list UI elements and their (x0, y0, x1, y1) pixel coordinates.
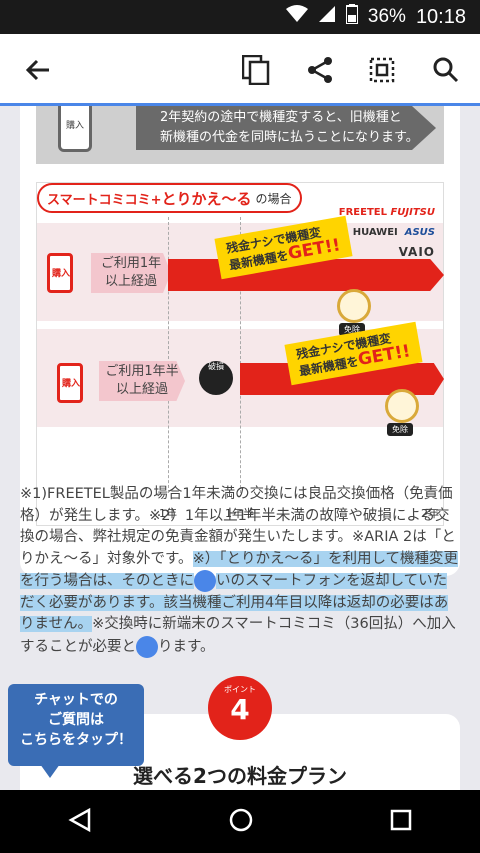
purchase-label: 購入 (65, 121, 84, 131)
chat-button[interactable]: チャットでの ご質問は こちらをタップ！ (8, 684, 144, 778)
search-button[interactable] (424, 48, 468, 92)
nav-back-icon (68, 807, 91, 832)
row1-exempt-coin-icon (337, 289, 371, 323)
diagram-title: スマートコミコミ+ とりかえ〜る の場合 (37, 183, 302, 213)
broken-phone-icon: 破損 (199, 361, 233, 395)
row2-exempt-coin-icon (385, 389, 419, 423)
back-button[interactable] (16, 48, 60, 92)
footnotes[interactable]: ※1)FREETEL製品の場合1年未満の交換には良品交換価格（免責価格）が発生し… (20, 484, 460, 658)
phone-icon: 購入 (58, 106, 92, 152)
wifi-icon (285, 5, 308, 29)
clock: 10:18 (415, 5, 466, 28)
battery-percent: 36% (367, 6, 406, 27)
copy-icon (242, 55, 270, 85)
share-button[interactable] (298, 48, 342, 92)
torikaeru-diagram: スマートコミコミ+ とりかえ〜る の場合 FREETEL FUJITSU HUA… (36, 182, 444, 526)
row1-phone-icon: 購入 (47, 253, 73, 293)
nav-recents-button[interactable] (389, 808, 413, 836)
nav-home-icon (229, 808, 253, 831)
axis-line-1y (168, 217, 169, 493)
status-bar: 36% 10:18 (0, 0, 480, 34)
title-suffix: の場合 (255, 191, 292, 206)
note-text-3: ります。 (158, 638, 215, 655)
select-all-icon (369, 57, 395, 83)
web-content[interactable]: 購入 2年契約の途中で機種変すると、旧機種と 新機種の代金を同時に払うことになり… (0, 106, 480, 790)
back-arrow-icon (25, 59, 49, 81)
brand-vaio: VAIO (398, 245, 435, 259)
nav-recents-icon (390, 809, 411, 830)
signal-icon (318, 5, 336, 29)
selection-end-handle[interactable] (136, 635, 158, 658)
old-contract-text-2: 新機種の代金を同時に払うことになります。 (160, 130, 419, 145)
battery-icon (344, 4, 359, 30)
gray-arrow: 2年契約の途中で機種変すると、旧機種と 新機種の代金を同時に払うことになります。 (136, 106, 436, 150)
row2-exempt-label: 免除 (387, 423, 413, 436)
select-all-button[interactable] (360, 48, 404, 92)
text-selection-toolbar (0, 34, 480, 106)
share-icon (308, 57, 332, 83)
search-icon (433, 57, 459, 83)
selection-start-handle[interactable] (194, 570, 216, 592)
row2-duration-arrow: ご利用1年半 以上経過 (99, 361, 185, 401)
title-part-a: スマートコミコミ+ (47, 192, 162, 208)
title-part-b: とりかえ〜る (161, 189, 252, 208)
brand-huawei-asus: HUAWEI ASUS (352, 227, 435, 238)
navigation-bar (0, 790, 480, 853)
point-number: 4 (230, 693, 250, 726)
nav-back-button[interactable] (67, 807, 93, 837)
nav-home-button[interactable] (228, 807, 254, 837)
old-contract-text-1: 2年契約の途中で機種変すると、旧機種と (160, 110, 402, 125)
copy-button[interactable] (234, 48, 278, 92)
brand-freetel: FREETEL FUJITSU (338, 207, 435, 218)
point-badge: ポイント 4 (208, 676, 272, 740)
standard-contract-illustration: 購入 2年契約の途中で機種変すると、旧機種と 新機種の代金を同時に払うことになり… (36, 106, 444, 164)
row2-phone-icon: 購入 (57, 363, 83, 403)
row1-duration-arrow: ご利用1年 以上経過 (91, 253, 171, 293)
